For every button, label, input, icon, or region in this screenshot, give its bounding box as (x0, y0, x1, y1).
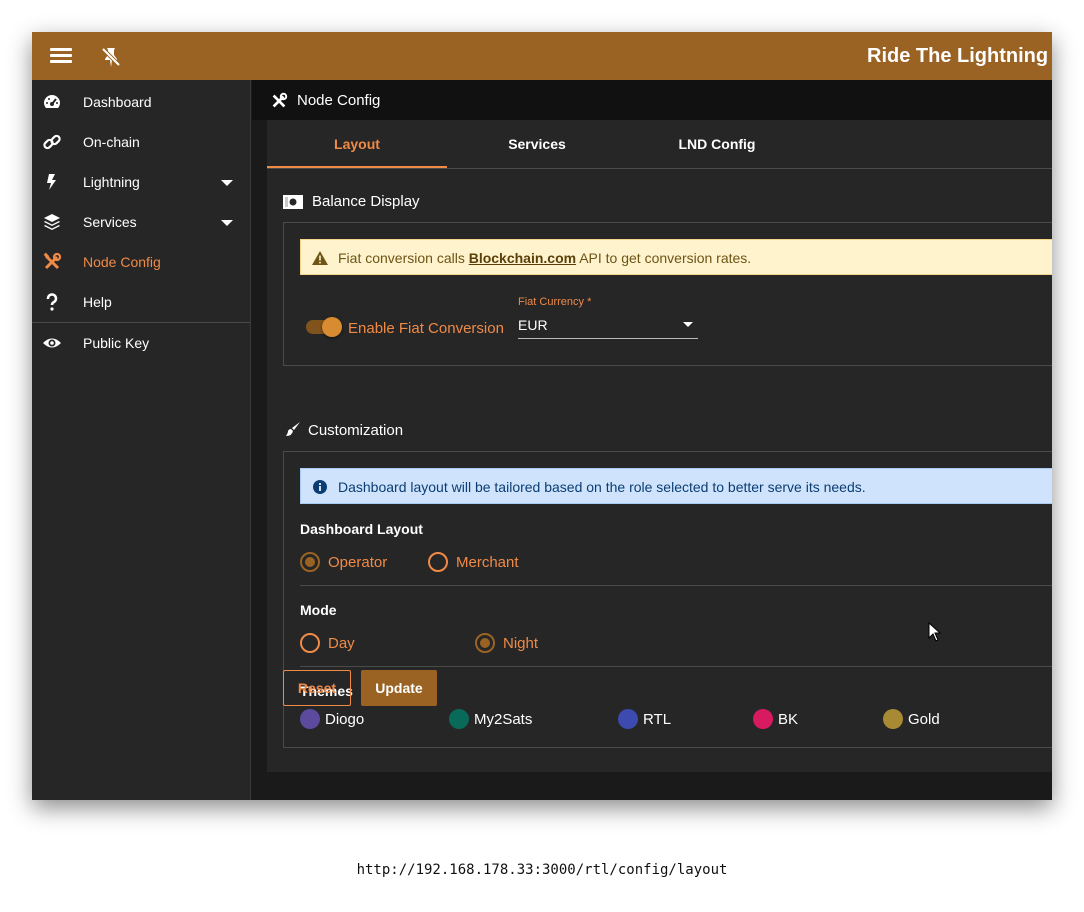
warning-triangle-icon (312, 251, 328, 265)
sidebar: Dashboard On-chain Lightning Services No… (32, 80, 251, 800)
mouse-cursor-icon (928, 622, 942, 642)
app-title: Ride The Lightning - ( (867, 45, 1052, 67)
tab-bar: Layout Services LND Config (267, 120, 1052, 169)
app-window: Ride The Lightning - ( Dashboard On-chai… (32, 32, 1052, 800)
page-title: Node Config (297, 92, 381, 109)
money-bill-icon (283, 195, 303, 209)
theme-swatch (618, 709, 638, 729)
sidebar-item-on-chain[interactable]: On-chain (32, 122, 250, 162)
chevron-down-icon[interactable] (221, 180, 233, 186)
divider (300, 585, 1052, 586)
tools-icon (43, 252, 62, 270)
alert-text: API to get conversion rates. (576, 250, 752, 266)
dashboard-info-alert: Dashboard layout will be tailored based … (300, 468, 1052, 504)
page-url: http://192.168.178.33:3000/rtl/config/la… (356, 862, 728, 878)
customization-title: Customization (308, 422, 404, 439)
reset-button[interactable]: Reset (283, 670, 351, 706)
sidebar-item-public-key[interactable]: Public Key (32, 323, 250, 363)
tab-services[interactable]: Services (447, 120, 627, 168)
sidebar-item-lightning[interactable]: Lightning (32, 162, 250, 202)
fiat-warning-alert: Fiat conversion calls Blockchain.com API… (300, 239, 1052, 275)
hamburger-menu-icon[interactable] (48, 44, 74, 68)
sidebar-item-dashboard[interactable]: Dashboard (32, 82, 250, 122)
paint-brush-icon (286, 422, 300, 436)
theme-swatch (753, 709, 773, 729)
tools-icon (272, 92, 288, 108)
sidebar-item-label: Lightning (83, 174, 140, 190)
sidebar-item-help[interactable]: Help (32, 282, 250, 322)
top-toolbar: Ride The Lightning - ( (32, 32, 1052, 80)
sidebar-item-label: Services (83, 214, 137, 230)
fiat-conversion-toggle[interactable] (304, 315, 342, 339)
theme-swatch (300, 709, 320, 729)
sidebar-item-services[interactable]: Services (32, 202, 250, 242)
tab-layout[interactable]: Layout (267, 120, 447, 168)
chain-link-icon (43, 134, 61, 150)
fiat-currency-label: Fiat Currency * (518, 296, 592, 308)
mode-label: Mode (300, 602, 337, 618)
sidebar-item-node-config[interactable]: Node Config (32, 242, 250, 282)
chevron-down-icon[interactable] (221, 220, 233, 226)
sidebar-item-label: Node Config (83, 254, 161, 270)
info-circle-icon (313, 480, 327, 494)
sidebar-item-label: Help (83, 294, 112, 310)
fiat-currency-select[interactable]: Fiat Currency * EUR (518, 296, 698, 340)
divider (300, 666, 1052, 667)
unpin-icon[interactable] (98, 44, 124, 70)
sidebar-item-label: Public Key (83, 335, 150, 351)
dashboard-gauge-icon (44, 95, 60, 108)
sidebar-item-label: Dashboard (83, 94, 152, 110)
chevron-down-icon (683, 322, 693, 327)
theme-swatch (883, 709, 903, 729)
info-text: Dashboard layout will be tailored based … (338, 479, 866, 495)
update-button[interactable]: Update (361, 670, 437, 706)
balance-display-fieldset: Fiat conversion calls Blockchain.com API… (283, 222, 1052, 366)
sidebar-item-label: On-chain (83, 134, 140, 150)
page-header: Node Config (252, 80, 1052, 120)
dashboard-layout-label: Dashboard Layout (300, 521, 423, 537)
balance-display-title: Balance Display (312, 193, 420, 210)
question-icon (46, 293, 58, 311)
eye-icon (43, 338, 61, 348)
layers-icon (44, 214, 60, 230)
lightning-bolt-icon (47, 174, 56, 190)
alert-text: Fiat conversion calls (338, 250, 469, 266)
fiat-currency-value: EUR (518, 317, 548, 333)
blockchain-link[interactable]: Blockchain.com (469, 250, 576, 266)
theme-swatch (449, 709, 469, 729)
fiat-conversion-label: Enable Fiat Conversion (348, 320, 504, 337)
tab-lnd-config[interactable]: LND Config (627, 120, 807, 168)
